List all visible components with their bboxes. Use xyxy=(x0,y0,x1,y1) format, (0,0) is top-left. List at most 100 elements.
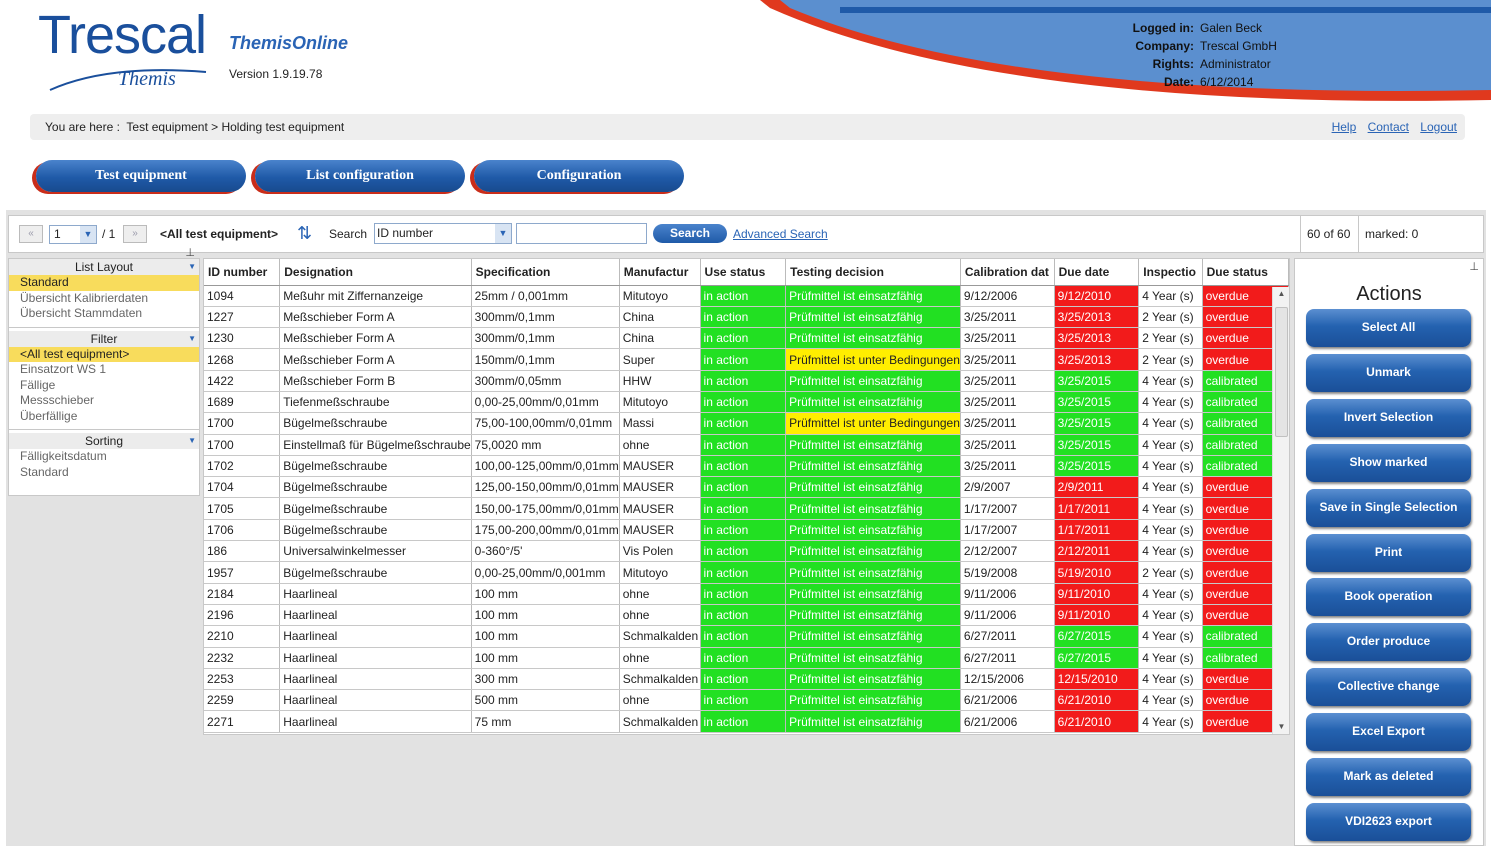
table-row[interactable]: 1268 Meßschieber Form A 150mm/0,1mm Super in… xyxy=(204,348,1289,371)
cell-testing-decision: Prüfmittel ist einsatzfähig xyxy=(785,455,961,478)
table-row[interactable]: 1230 Meßschieber Form A 300mm/0,1mm China in… xyxy=(204,327,1289,350)
filter-item[interactable]: Überfällige xyxy=(9,409,199,425)
sorting-item[interactable]: Standard xyxy=(9,465,199,481)
list-layout-item[interactable]: Übersicht Kalibrierdaten xyxy=(9,291,199,307)
show-marked-button[interactable]: Show marked xyxy=(1306,443,1471,482)
scroll-thumb[interactable] xyxy=(1275,307,1288,437)
vdi2623-export-button[interactable]: VDI2623 export xyxy=(1306,802,1471,841)
column-header-calibration-dat[interactable]: Calibration dat xyxy=(960,259,1055,286)
contact-link[interactable]: Contact xyxy=(1368,120,1409,134)
table-row[interactable]: 1094 Meßuhr mit Ziffernanzeige 25mm / 0,00… xyxy=(204,285,1289,307)
marked-count: marked: 0 xyxy=(1358,216,1484,252)
caret-down-icon[interactable]: ▼ xyxy=(188,331,196,347)
filter-header[interactable]: Filter ▼ xyxy=(9,330,199,347)
help-link[interactable]: Help xyxy=(1332,120,1357,134)
column-header-specification[interactable]: Specification xyxy=(471,259,620,286)
table-row[interactable]: 2271 Haarlineal 75 mm Schmalkalden in action… xyxy=(204,710,1289,733)
cell-id-number: 1700 xyxy=(204,434,281,456)
search-field-select[interactable]: ID number ▼ xyxy=(374,223,512,244)
nav-configuration[interactable]: Configuration xyxy=(474,160,684,192)
table-row[interactable]: 2253 Haarlineal 300 mm Schmalkalden in actio… xyxy=(204,668,1289,691)
search-input[interactable] xyxy=(516,223,647,244)
list-layout-header[interactable]: List Layout ▼ ⊥ xyxy=(9,247,199,275)
cell-use-status: in action xyxy=(700,348,787,371)
invert-selection-button[interactable]: Invert Selection xyxy=(1306,398,1471,437)
cell-calibration-dat: 3/25/2011 xyxy=(960,455,1055,478)
order-produce-button[interactable]: Order produce xyxy=(1306,623,1471,662)
search-button[interactable]: Search xyxy=(653,224,727,243)
pin-icon[interactable]: ⊥ xyxy=(1469,260,1479,273)
table-row[interactable]: 2232 Haarlineal 100 mm ohne in action Prüfmit… xyxy=(204,647,1289,669)
filter-item[interactable]: <All test equipment> xyxy=(9,346,199,362)
column-header-use-status[interactable]: Use status xyxy=(700,259,787,286)
cell-testing-decision: Prüfmittel ist einsatzfähig xyxy=(785,647,961,669)
cell-designation: Haarlineal xyxy=(279,604,472,627)
unmark-button[interactable]: Unmark xyxy=(1306,353,1471,392)
column-header-id-number[interactable]: ID number xyxy=(204,259,281,286)
vertical-scrollbar[interactable]: ▲ ▼ xyxy=(1272,287,1289,734)
column-header-due-status[interactable]: Due status xyxy=(1202,259,1289,286)
table-row[interactable]: 2259 Haarlineal 500 mm ohne in action Prüfmit… xyxy=(204,689,1289,712)
filter-item[interactable]: Einsatzort WS 1 xyxy=(9,362,199,378)
table-row[interactable]: 2196 Haarlineal 100 mm ohne in action Prüfmit… xyxy=(204,604,1289,627)
cell-id-number: 2210 xyxy=(204,625,281,648)
column-header-manufactur[interactable]: Manufactur xyxy=(619,259,701,286)
chevron-down-icon[interactable]: ▼ xyxy=(495,224,511,243)
column-header-testing-decision[interactable]: Testing decision xyxy=(785,259,961,286)
column-header-inspectio[interactable]: Inspectio xyxy=(1138,259,1203,286)
table-row[interactable]: 1702 Bügelmeßschraube 100,00-125,00mm/0,01… xyxy=(204,455,1289,478)
filter-item[interactable]: Messschieber xyxy=(9,393,199,409)
cell-designation: Bügelmeßschraube xyxy=(279,412,472,435)
scroll-down-icon[interactable]: ▼ xyxy=(1273,720,1289,734)
first-page-button[interactable]: « xyxy=(19,225,43,243)
table-header-row: ID number Designation Specification Manufac… xyxy=(204,259,1289,286)
scroll-up-icon[interactable]: ▲ xyxy=(1273,287,1289,301)
filter-item[interactable]: Fällige xyxy=(9,378,199,394)
table-row[interactable]: 1957 Bügelmeßschraube 0,00-25,00mm/0,001mm… xyxy=(204,561,1289,584)
table-row[interactable]: 1700 Einstellmaß für Bügelmeßschraube 75,0… xyxy=(204,434,1289,456)
cell-use-status: in action xyxy=(700,370,787,392)
print-button[interactable]: Print xyxy=(1306,533,1471,572)
refresh-icon[interactable]: ⇅ xyxy=(297,223,312,243)
table-row[interactable]: 1704 Bügelmeßschraube 125,00-150,00mm/0,01… xyxy=(204,476,1289,499)
table-row[interactable]: 1227 Meßschieber Form A 300mm/0,1mm China in… xyxy=(204,306,1289,329)
column-header-due-date[interactable]: Due date xyxy=(1054,259,1140,286)
list-layout-item[interactable]: Übersicht Stammdaten xyxy=(9,306,199,322)
cell-due-date: 2/12/2011 xyxy=(1054,540,1140,563)
collective-change-button[interactable]: Collective change xyxy=(1306,668,1471,707)
table-row[interactable]: 1706 Bügelmeßschraube 175,00-200,00mm/0,01… xyxy=(204,519,1289,542)
table-row[interactable]: 2184 Haarlineal 100 mm ohne in action Prüfmit… xyxy=(204,583,1289,605)
save-in-single-selection-button[interactable]: Save in Single Selection xyxy=(1306,488,1471,527)
sorting-header[interactable]: Sorting ▼ xyxy=(9,433,199,449)
caret-down-icon[interactable]: ▼ xyxy=(188,259,196,275)
table-row[interactable]: 2210 Haarlineal 100 mm Schmalkalden in actio… xyxy=(204,625,1289,648)
nav-list-configuration[interactable]: List configuration xyxy=(255,160,465,192)
pin-icon[interactable]: ⊥ xyxy=(185,245,195,261)
book-operation-button[interactable]: Book operation xyxy=(1306,578,1471,617)
sorting-items: Fälligkeitsdatum Standard xyxy=(9,449,199,480)
nav-test-equipment[interactable]: Test equipment xyxy=(36,160,246,192)
trescal-logo: Trescal Themis xyxy=(38,6,213,106)
excel-export-button[interactable]: Excel Export xyxy=(1306,713,1471,752)
cell-testing-decision: Prüfmittel ist einsatzfähig xyxy=(785,540,961,563)
sorting-item[interactable]: Fälligkeitsdatum xyxy=(9,449,199,465)
table-row[interactable]: 1422 Meßschieber Form B 300mm/0,05mm HHW in … xyxy=(204,370,1289,392)
last-page-button[interactable]: » xyxy=(123,225,147,243)
mark-as-deleted-button[interactable]: Mark as deleted xyxy=(1306,758,1471,796)
cell-due-date: 5/19/2010 xyxy=(1054,561,1140,584)
chevron-down-icon[interactable]: ▼ xyxy=(80,226,96,243)
cell-due-date: 3/25/2015 xyxy=(1054,455,1140,478)
column-header-designation[interactable]: Designation xyxy=(279,259,472,286)
caret-down-icon[interactable]: ▼ xyxy=(188,433,196,449)
table-row[interactable]: 1705 Bügelmeßschraube 150,00-175,00mm/0,01… xyxy=(204,497,1289,520)
list-layout-item[interactable]: Standard xyxy=(9,275,199,291)
table-row[interactable]: 1689 Tiefenmeßschraube 0,00-25,00mm/0,01mm… xyxy=(204,391,1289,414)
select-all-button[interactable]: Select All xyxy=(1306,309,1471,347)
page-select[interactable]: 1 ▼ xyxy=(49,225,97,244)
logout-link[interactable]: Logout xyxy=(1420,120,1457,134)
table-row[interactable]: 186 Universalwinkelmesser 0-360°/5' Vis Pol… xyxy=(204,540,1289,563)
advanced-search-link[interactable]: Advanced Search xyxy=(733,227,828,241)
table-row[interactable]: 1700 Bügelmeßschraube 75,00-100,00mm/0,01m… xyxy=(204,412,1289,435)
cell-specification: 150,00-175,00mm/0,01mm xyxy=(471,497,620,520)
cell-use-status: in action xyxy=(700,689,787,712)
